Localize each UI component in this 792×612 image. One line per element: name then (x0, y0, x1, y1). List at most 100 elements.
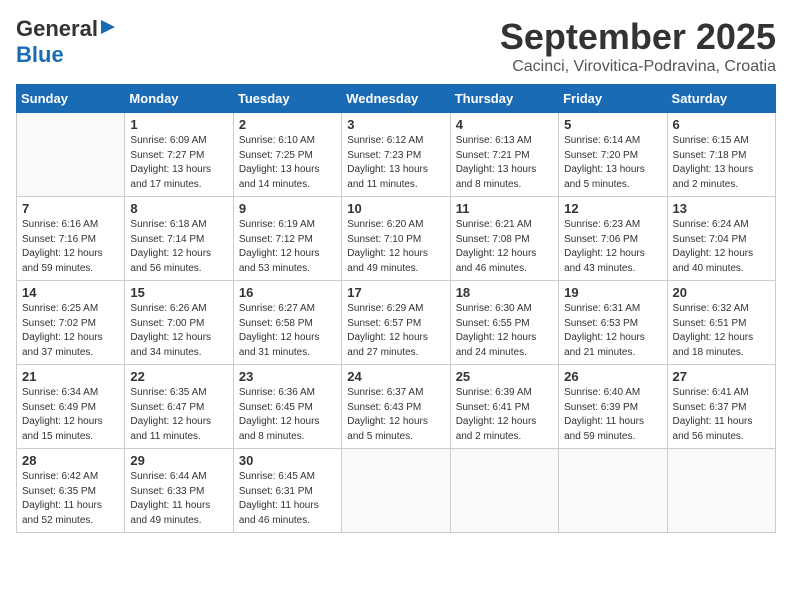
day-number: 24 (347, 369, 444, 384)
day-info: Sunrise: 6:13 AMSunset: 7:21 PMDaylight:… (456, 134, 553, 192)
day-header-saturday: Saturday (667, 85, 775, 113)
day-number: 23 (239, 369, 336, 384)
calendar-cell: 9 Sunrise: 6:19 AMSunset: 7:12 PMDaylight… (233, 197, 341, 281)
calendar-cell: 8 Sunrise: 6:18 AMSunset: 7:14 PMDaylight… (125, 197, 233, 281)
day-info: Sunrise: 6:45 AMSunset: 6:31 PMDaylight:… (239, 470, 336, 528)
day-info: Sunrise: 6:23 AMSunset: 7:06 PMDaylight:… (564, 218, 661, 276)
day-number: 8 (130, 201, 227, 216)
calendar-cell (450, 449, 558, 533)
day-info: Sunrise: 6:44 AMSunset: 6:33 PMDaylight:… (130, 470, 227, 528)
day-number: 6 (673, 117, 770, 132)
calendar-cell: 11 Sunrise: 6:21 AMSunset: 7:08 PMDayligh… (450, 197, 558, 281)
day-info: Sunrise: 6:18 AMSunset: 7:14 PMDaylight:… (130, 218, 227, 276)
calendar-cell: 1 Sunrise: 6:09 AMSunset: 7:27 PMDaylight… (125, 113, 233, 197)
calendar-cell: 12 Sunrise: 6:23 AMSunset: 7:06 PMDayligh… (559, 197, 667, 281)
calendar-cell: 17 Sunrise: 6:29 AMSunset: 6:57 PMDayligh… (342, 281, 450, 365)
calendar-cell: 29 Sunrise: 6:44 AMSunset: 6:33 PMDayligh… (125, 449, 233, 533)
calendar-cell: 22 Sunrise: 6:35 AMSunset: 6:47 PMDayligh… (125, 365, 233, 449)
day-info: Sunrise: 6:16 AMSunset: 7:16 PMDaylight:… (22, 218, 119, 276)
calendar-cell: 19Sunrise: 6:31 AMSunset: 6:53 PMDayligh… (559, 281, 667, 365)
day-number: 12 (564, 201, 661, 216)
day-number: 7 (22, 201, 119, 216)
calendar-cell: 15 Sunrise: 6:26 AMSunset: 7:00 PMDayligh… (125, 281, 233, 365)
calendar-cell: 5 Sunrise: 6:14 AMSunset: 7:20 PMDaylight… (559, 113, 667, 197)
calendar-cell (559, 449, 667, 533)
day-number: 30 (239, 453, 336, 468)
day-info: Sunrise: 6:40 AMSunset: 6:39 PMDaylight:… (564, 386, 661, 444)
day-number: 13 (673, 201, 770, 216)
logo-blue: Blue (16, 42, 64, 67)
calendar-cell: 23Sunrise: 6:36 AMSunset: 6:45 PMDayligh… (233, 365, 341, 449)
calendar-cell: 27Sunrise: 6:41 AMSunset: 6:37 PMDayligh… (667, 365, 775, 449)
logo-arrow-icon (99, 18, 117, 36)
day-number: 10 (347, 201, 444, 216)
day-number: 26 (564, 369, 661, 384)
calendar-cell: 21 Sunrise: 6:34 AMSunset: 6:49 PMDayligh… (17, 365, 125, 449)
calendar-cell: 26 Sunrise: 6:40 AMSunset: 6:39 PMDayligh… (559, 365, 667, 449)
day-info: Sunrise: 6:27 AMSunset: 6:58 PMDaylight:… (239, 302, 336, 360)
day-info: Sunrise: 6:15 AMSunset: 7:18 PMDaylight:… (673, 134, 770, 192)
day-number: 5 (564, 117, 661, 132)
calendar-cell: 4 Sunrise: 6:13 AMSunset: 7:21 PMDaylight… (450, 113, 558, 197)
calendar-week-row: 28 Sunrise: 6:42 AMSunset: 6:35 PMDayligh… (17, 449, 776, 533)
day-number: 18 (456, 285, 553, 300)
day-info: Sunrise: 6:09 AMSunset: 7:27 PMDaylight:… (130, 134, 227, 192)
day-number: 25 (456, 369, 553, 384)
day-number: 1 (130, 117, 227, 132)
location-subtitle: Cacinci, Virovitica-Podravina, Croatia (500, 58, 776, 76)
day-info: Sunrise: 6:34 AMSunset: 6:49 PMDaylight:… (22, 386, 119, 444)
day-number: 2 (239, 117, 336, 132)
day-header-thursday: Thursday (450, 85, 558, 113)
day-number: 28 (22, 453, 119, 468)
day-number: 15 (130, 285, 227, 300)
day-number: 20 (673, 285, 770, 300)
day-info: Sunrise: 6:12 AMSunset: 7:23 PMDaylight:… (347, 134, 444, 192)
day-header-monday: Monday (125, 85, 233, 113)
day-info: Sunrise: 6:14 AMSunset: 7:20 PMDaylight:… (564, 134, 661, 192)
calendar-week-row: 7 Sunrise: 6:16 AMSunset: 7:16 PMDaylight… (17, 197, 776, 281)
day-number: 29 (130, 453, 227, 468)
day-info: Sunrise: 6:39 AMSunset: 6:41 PMDaylight:… (456, 386, 553, 444)
calendar-cell: 16 Sunrise: 6:27 AMSunset: 6:58 PMDayligh… (233, 281, 341, 365)
calendar-cell: 18 Sunrise: 6:30 AMSunset: 6:55 PMDayligh… (450, 281, 558, 365)
calendar-cell: 28 Sunrise: 6:42 AMSunset: 6:35 PMDayligh… (17, 449, 125, 533)
day-number: 4 (456, 117, 553, 132)
day-info: Sunrise: 6:32 AMSunset: 6:51 PMDaylight:… (673, 302, 770, 360)
day-header-wednesday: Wednesday (342, 85, 450, 113)
logo: General Blue (16, 16, 117, 68)
calendar-week-row: 1 Sunrise: 6:09 AMSunset: 7:27 PMDaylight… (17, 113, 776, 197)
logo-general: General (16, 16, 98, 42)
day-number: 11 (456, 201, 553, 216)
day-header-friday: Friday (559, 85, 667, 113)
calendar-cell (667, 449, 775, 533)
day-number: 19 (564, 285, 661, 300)
page-header: General Blue September 2025 Cacinci, Vir… (16, 16, 776, 76)
day-info: Sunrise: 6:30 AMSunset: 6:55 PMDaylight:… (456, 302, 553, 360)
day-info: Sunrise: 6:19 AMSunset: 7:12 PMDaylight:… (239, 218, 336, 276)
calendar-cell: 25 Sunrise: 6:39 AMSunset: 6:41 PMDayligh… (450, 365, 558, 449)
day-number: 9 (239, 201, 336, 216)
day-number: 16 (239, 285, 336, 300)
day-info: Sunrise: 6:42 AMSunset: 6:35 PMDaylight:… (22, 470, 119, 528)
calendar-cell: 24Sunrise: 6:37 AMSunset: 6:43 PMDayligh… (342, 365, 450, 449)
day-info: Sunrise: 6:26 AMSunset: 7:00 PMDaylight:… (130, 302, 227, 360)
calendar-cell: 20 Sunrise: 6:32 AMSunset: 6:51 PMDayligh… (667, 281, 775, 365)
calendar-week-row: 21 Sunrise: 6:34 AMSunset: 6:49 PMDayligh… (17, 365, 776, 449)
calendar-cell: 14 Sunrise: 6:25 AMSunset: 7:02 PMDayligh… (17, 281, 125, 365)
day-number: 14 (22, 285, 119, 300)
day-number: 17 (347, 285, 444, 300)
month-title: September 2025 (500, 16, 776, 58)
day-number: 21 (22, 369, 119, 384)
day-number: 22 (130, 369, 227, 384)
title-block: September 2025 Cacinci, Virovitica-Podra… (500, 16, 776, 76)
day-header-sunday: Sunday (17, 85, 125, 113)
day-header-tuesday: Tuesday (233, 85, 341, 113)
day-info: Sunrise: 6:25 AMSunset: 7:02 PMDaylight:… (22, 302, 119, 360)
day-info: Sunrise: 6:29 AMSunset: 6:57 PMDaylight:… (347, 302, 444, 360)
calendar-cell (17, 113, 125, 197)
calendar-cell (342, 449, 450, 533)
calendar-cell: 6 Sunrise: 6:15 AMSunset: 7:18 PMDaylight… (667, 113, 775, 197)
day-number: 3 (347, 117, 444, 132)
day-info: Sunrise: 6:35 AMSunset: 6:47 PMDaylight:… (130, 386, 227, 444)
day-info: Sunrise: 6:21 AMSunset: 7:08 PMDaylight:… (456, 218, 553, 276)
